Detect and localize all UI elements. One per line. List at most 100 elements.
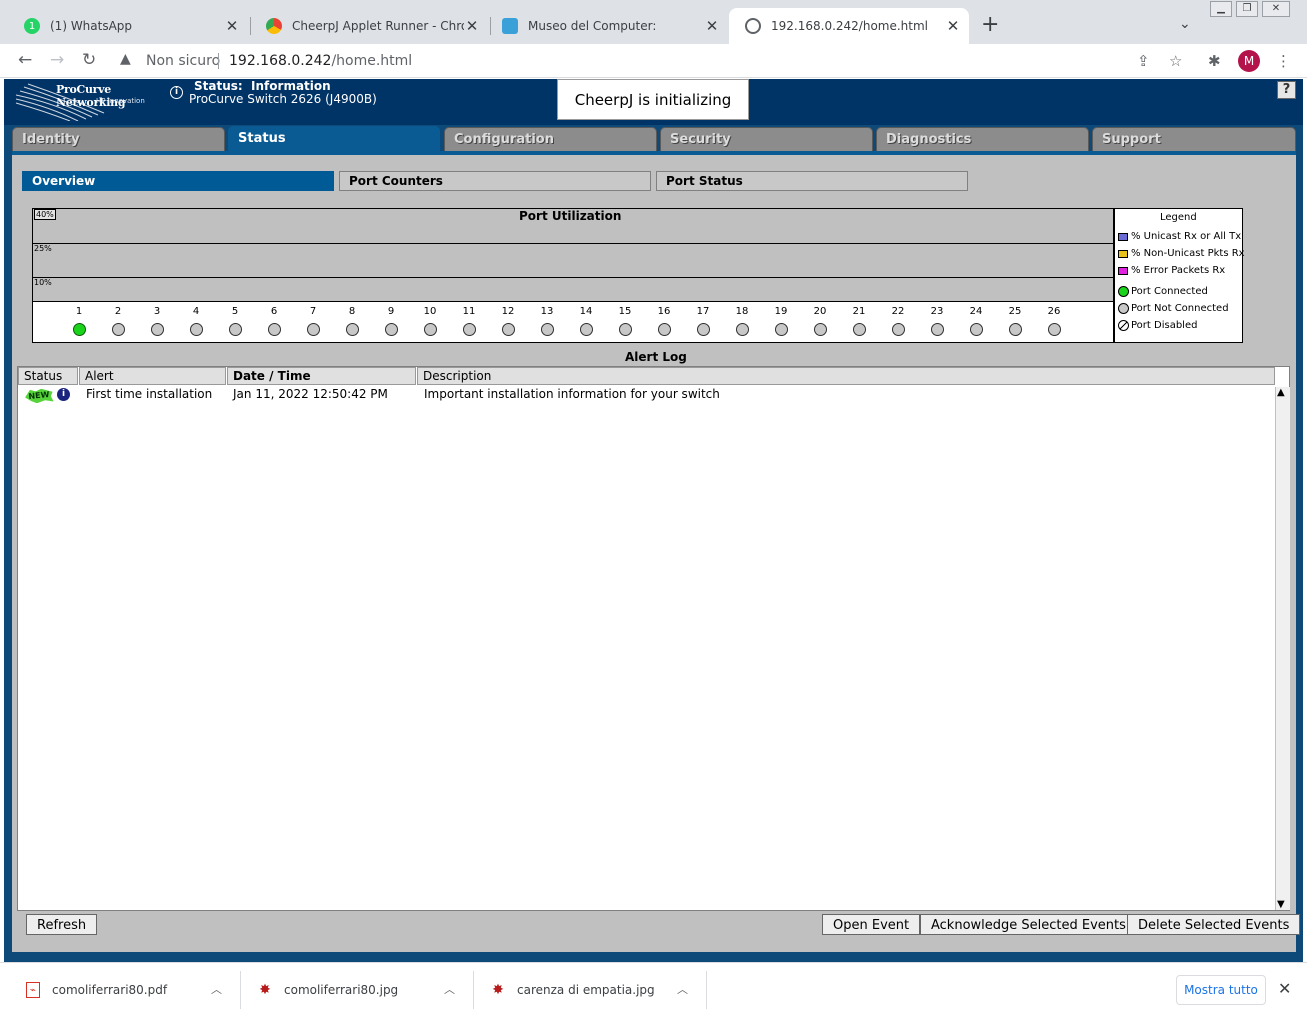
alert-log-scrollbar[interactable]: ▲ ▼: [1275, 387, 1290, 910]
refresh-button[interactable]: Refresh: [26, 914, 98, 935]
port-status-dot-18[interactable]: [735, 323, 749, 336]
port-not-connected-icon: [1118, 303, 1129, 314]
port-status-dot-8[interactable]: [345, 323, 359, 336]
minimize-window-button[interactable]: ▁: [1210, 1, 1232, 17]
cube-icon: [502, 18, 518, 34]
port-status-dot-25[interactable]: [1008, 323, 1022, 336]
profile-avatar[interactable]: M: [1238, 50, 1260, 72]
close-tab-icon[interactable]: ✕: [464, 17, 480, 35]
port-status-dot-23[interactable]: [930, 323, 944, 336]
reload-icon[interactable]: ↻: [82, 50, 96, 70]
legend-label: Port Disabled: [1131, 320, 1198, 331]
port-status-dot-11[interactable]: [462, 323, 476, 336]
subtab-overview[interactable]: Overview: [22, 171, 334, 191]
not-secure-label[interactable]: Non sicuro: [146, 53, 220, 69]
browser-tab-museo[interactable]: Museo del Computer: ✕: [486, 8, 728, 44]
close-window-button[interactable]: ✕: [1262, 1, 1290, 17]
download-item-pdf[interactable]: ⌁ comoliferrari80.pdf: [26, 963, 167, 1017]
port-status-dot-13[interactable]: [540, 323, 554, 336]
port-status-dot-24[interactable]: [969, 323, 983, 336]
legend-swatch-non-unicast: [1118, 249, 1128, 258]
column-header-datetime[interactable]: Date / Time: [227, 367, 416, 385]
port-status-dot-22[interactable]: [891, 323, 905, 336]
download-item-jpg[interactable]: ✸ comoliferrari80.jpg: [258, 963, 398, 1017]
port-status-dot-15[interactable]: [618, 323, 632, 336]
port-status-dot-16[interactable]: [657, 323, 671, 336]
port-status-dot-3[interactable]: [150, 323, 164, 336]
tab-configuration[interactable]: Configuration: [444, 127, 657, 152]
port-status-dot-20[interactable]: [813, 323, 827, 336]
delete-events-button[interactable]: Delete Selected Events: [1127, 914, 1301, 935]
browser-tab-cheerpj[interactable]: CheerpJ Applet Runner - Chrome W ✕: [250, 8, 488, 44]
browser-tab-whatsapp[interactable]: 1 (1) WhatsApp ✕: [8, 8, 248, 44]
port-number-11: 11: [462, 306, 476, 317]
url-text[interactable]: 192.168.0.242/home.html: [229, 53, 412, 69]
close-tab-icon[interactable]: ✕: [224, 17, 240, 35]
bookmark-star-icon[interactable]: ☆: [1169, 52, 1182, 70]
port-number-13: 13: [540, 306, 554, 317]
close-tab-icon[interactable]: ✕: [945, 17, 961, 35]
port-number-12: 12: [501, 306, 515, 317]
tab-identity[interactable]: Identity: [12, 127, 225, 152]
forward-arrow-icon[interactable]: →: [50, 50, 64, 70]
tab-status[interactable]: Status: [228, 126, 440, 153]
scale-label-10: 10%: [34, 278, 52, 287]
port-status-dot-10[interactable]: [423, 323, 437, 336]
show-all-downloads-button[interactable]: Mostra tutto: [1176, 975, 1266, 1005]
new-tab-button[interactable]: +: [981, 14, 999, 36]
chrome-menu-icon[interactable]: ⋮: [1276, 52, 1291, 70]
download-separator: [473, 971, 474, 1009]
scroll-down-arrow-icon[interactable]: ▼: [1277, 899, 1285, 910]
port-utilization-title: Port Utilization: [519, 209, 622, 223]
utilization-gridline: [33, 277, 1113, 278]
scroll-up-arrow-icon[interactable]: ▲: [1277, 387, 1285, 398]
port-number-6: 6: [270, 306, 278, 317]
download-shelf: ⌁ comoliferrari80.pdf ︿ ✸ comoliferrari8…: [0, 962, 1307, 1019]
download-item-jpg-2[interactable]: ✸ carenza di empatia.jpg: [491, 963, 655, 1017]
port-status-dot-9[interactable]: [384, 323, 398, 336]
tab-support[interactable]: Support: [1092, 127, 1296, 152]
extensions-puzzle-icon[interactable]: ✱: [1208, 52, 1221, 70]
chevron-up-icon[interactable]: ︿: [444, 981, 455, 997]
warning-triangle-icon[interactable]: ▲: [120, 51, 131, 67]
tab-search-chevron-icon[interactable]: ⌄: [1179, 16, 1191, 32]
close-tab-icon[interactable]: ✕: [704, 17, 720, 35]
chevron-up-icon[interactable]: ︿: [211, 981, 222, 997]
tab-title: (1) WhatsApp: [50, 19, 133, 33]
port-status-dot-26[interactable]: [1047, 323, 1061, 336]
column-header-status[interactable]: Status: [18, 367, 78, 385]
port-status-dot-17[interactable]: [696, 323, 710, 336]
address-bar[interactable]: ▲ Non sicuro 192.168.0.242/home.html: [112, 48, 1172, 74]
port-status-dot-7[interactable]: [306, 323, 320, 336]
restore-window-button[interactable]: ❐: [1236, 1, 1258, 17]
back-arrow-icon[interactable]: ←: [18, 50, 32, 70]
share-icon[interactable]: ⇪: [1137, 52, 1150, 70]
open-event-button[interactable]: Open Event: [822, 914, 921, 935]
browser-tab-switch-home[interactable]: 192.168.0.242/home.html ✕: [729, 8, 969, 44]
port-status-dot-19[interactable]: [774, 323, 788, 336]
port-status-dot-1[interactable]: [72, 323, 86, 336]
tab-diagnostics[interactable]: Diagnostics: [876, 127, 1089, 152]
close-download-shelf-icon[interactable]: ✕: [1278, 979, 1291, 998]
legend-swatch-unicast: [1118, 232, 1128, 241]
column-header-description[interactable]: Description: [417, 367, 1275, 385]
acknowledge-events-button[interactable]: Acknowledge Selected Events: [920, 914, 1137, 935]
port-number-17: 17: [696, 306, 710, 317]
port-status-dot-6[interactable]: [267, 323, 281, 336]
subtab-port-status[interactable]: Port Status: [656, 171, 968, 191]
port-status-dot-2[interactable]: [111, 323, 125, 336]
port-number-18: 18: [735, 306, 749, 317]
port-status-dot-21[interactable]: [852, 323, 866, 336]
port-status-dot-14[interactable]: [579, 323, 593, 336]
chevron-up-icon[interactable]: ︿: [677, 981, 688, 997]
tab-security[interactable]: Security: [660, 127, 873, 152]
subtab-port-counters[interactable]: Port Counters: [339, 171, 651, 191]
port-status-dot-12[interactable]: [501, 323, 515, 336]
port-status-dot-5[interactable]: [228, 323, 242, 336]
url-host: 192.168.0.242: [229, 53, 332, 69]
port-number-1: 1: [75, 306, 83, 317]
port-status-dot-4[interactable]: [189, 323, 203, 336]
legend-port-connected: Port Connected: [1118, 286, 1208, 297]
help-button[interactable]: ?: [1277, 81, 1296, 99]
column-header-alert[interactable]: Alert: [79, 367, 226, 385]
